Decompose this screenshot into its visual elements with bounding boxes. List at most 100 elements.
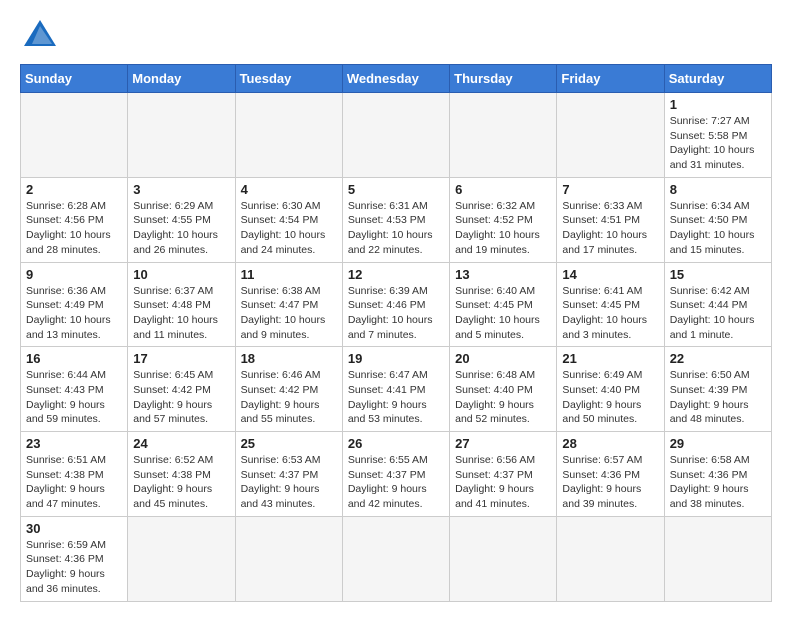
day-info: Sunrise: 6:42 AM Sunset: 4:44 PM Dayligh… [670,284,766,343]
day-number: 12 [348,267,444,282]
day-cell: 6Sunrise: 6:32 AM Sunset: 4:52 PM Daylig… [450,177,557,262]
day-cell [128,93,235,178]
day-number: 5 [348,182,444,197]
day-info: Sunrise: 6:45 AM Sunset: 4:42 PM Dayligh… [133,368,229,427]
day-cell: 9 Sunrise: 6:36 AM Sunset: 4:49 PM Daylig… [21,262,128,347]
day-info: Sunrise: 6:46 AM Sunset: 4:42 PM Dayligh… [241,368,337,427]
weekday-header-row: SundayMondayTuesdayWednesdayThursdayFrid… [21,65,772,93]
logo [20,16,58,52]
day-info: Sunrise: 6:39 AM Sunset: 4:46 PM Dayligh… [348,284,444,343]
day-info: Sunrise: 6:30 AM Sunset: 4:54 PM Dayligh… [241,199,337,258]
day-cell: 8 Sunrise: 6:34 AM Sunset: 4:50 PM Daylig… [664,177,771,262]
weekday-header-tuesday: Tuesday [235,65,342,93]
day-info: Sunrise: 6:52 AM Sunset: 4:38 PM Dayligh… [133,453,229,512]
week-row-4: 16 Sunrise: 6:44 AM Sunset: 4:43 PM Dayli… [21,347,772,432]
day-number: 25 [241,436,337,451]
day-cell [128,516,235,601]
day-number: 17 [133,351,229,366]
day-info: Sunrise: 6:56 AM Sunset: 4:37 PM Dayligh… [455,453,551,512]
day-info: Sunrise: 6:58 AM Sunset: 4:36 PM Dayligh… [670,453,766,512]
day-number: 2 [26,182,122,197]
logo-icon [22,16,58,52]
day-info: Sunrise: 6:34 AM Sunset: 4:50 PM Dayligh… [670,199,766,258]
day-cell: 16 Sunrise: 6:44 AM Sunset: 4:43 PM Dayli… [21,347,128,432]
day-cell: 21Sunrise: 6:49 AM Sunset: 4:40 PM Dayli… [557,347,664,432]
day-cell: 28 Sunrise: 6:57 AM Sunset: 4:36 PM Dayli… [557,432,664,517]
day-number: 18 [241,351,337,366]
day-number: 13 [455,267,551,282]
day-number: 14 [562,267,658,282]
week-row-5: 23 Sunrise: 6:51 AM Sunset: 4:38 PM Dayli… [21,432,772,517]
day-cell: 13 Sunrise: 6:40 AM Sunset: 4:45 PM Dayli… [450,262,557,347]
day-cell [342,93,449,178]
day-number: 23 [26,436,122,451]
day-info: Sunrise: 6:36 AM Sunset: 4:49 PM Dayligh… [26,284,122,343]
day-cell [557,93,664,178]
weekday-header-wednesday: Wednesday [342,65,449,93]
day-number: 16 [26,351,122,366]
day-number: 10 [133,267,229,282]
day-cell: 15 Sunrise: 6:42 AM Sunset: 4:44 PM Dayli… [664,262,771,347]
day-number: 24 [133,436,229,451]
day-number: 15 [670,267,766,282]
day-cell: 24 Sunrise: 6:52 AM Sunset: 4:38 PM Dayli… [128,432,235,517]
day-number: 9 [26,267,122,282]
day-number: 30 [26,521,122,536]
day-number: 26 [348,436,444,451]
day-cell: 3 Sunrise: 6:29 AM Sunset: 4:55 PM Daylig… [128,177,235,262]
day-info: Sunrise: 6:50 AM Sunset: 4:39 PM Dayligh… [670,368,766,427]
day-info: Sunrise: 6:29 AM Sunset: 4:55 PM Dayligh… [133,199,229,258]
day-number: 20 [455,351,551,366]
day-cell [21,93,128,178]
week-row-2: 2 Sunrise: 6:28 AM Sunset: 4:56 PM Daylig… [21,177,772,262]
weekday-header-thursday: Thursday [450,65,557,93]
day-info: Sunrise: 6:44 AM Sunset: 4:43 PM Dayligh… [26,368,122,427]
day-number: 3 [133,182,229,197]
day-number: 28 [562,436,658,451]
day-cell: 17 Sunrise: 6:45 AM Sunset: 4:42 PM Dayli… [128,347,235,432]
day-cell: 22Sunrise: 6:50 AM Sunset: 4:39 PM Dayli… [664,347,771,432]
week-row-6: 30 Sunrise: 6:59 AM Sunset: 4:36 PM Dayli… [21,516,772,601]
day-info: Sunrise: 6:53 AM Sunset: 4:37 PM Dayligh… [241,453,337,512]
day-info: Sunrise: 7:27 AM Sunset: 5:58 PM Dayligh… [670,114,766,173]
day-info: Sunrise: 6:51 AM Sunset: 4:38 PM Dayligh… [26,453,122,512]
day-cell: 1Sunrise: 7:27 AM Sunset: 5:58 PM Daylig… [664,93,771,178]
day-number: 27 [455,436,551,451]
calendar-table: SundayMondayTuesdayWednesdayThursdayFrid… [20,64,772,602]
day-number: 21 [562,351,658,366]
day-cell: 18 Sunrise: 6:46 AM Sunset: 4:42 PM Dayli… [235,347,342,432]
day-number: 29 [670,436,766,451]
day-cell: 4Sunrise: 6:30 AM Sunset: 4:54 PM Daylig… [235,177,342,262]
day-cell: 25 Sunrise: 6:53 AM Sunset: 4:37 PM Dayli… [235,432,342,517]
day-info: Sunrise: 6:55 AM Sunset: 4:37 PM Dayligh… [348,453,444,512]
day-cell: 27 Sunrise: 6:56 AM Sunset: 4:37 PM Dayli… [450,432,557,517]
day-info: Sunrise: 6:40 AM Sunset: 4:45 PM Dayligh… [455,284,551,343]
day-info: Sunrise: 6:31 AM Sunset: 4:53 PM Dayligh… [348,199,444,258]
day-cell: 26 Sunrise: 6:55 AM Sunset: 4:37 PM Dayli… [342,432,449,517]
day-cell [450,516,557,601]
day-number: 7 [562,182,658,197]
day-cell: 19Sunrise: 6:47 AM Sunset: 4:41 PM Dayli… [342,347,449,432]
day-cell [342,516,449,601]
day-info: Sunrise: 6:38 AM Sunset: 4:47 PM Dayligh… [241,284,337,343]
day-number: 8 [670,182,766,197]
day-info: Sunrise: 6:33 AM Sunset: 4:51 PM Dayligh… [562,199,658,258]
week-row-3: 9 Sunrise: 6:36 AM Sunset: 4:49 PM Daylig… [21,262,772,347]
day-info: Sunrise: 6:59 AM Sunset: 4:36 PM Dayligh… [26,538,122,597]
day-info: Sunrise: 6:32 AM Sunset: 4:52 PM Dayligh… [455,199,551,258]
day-info: Sunrise: 6:37 AM Sunset: 4:48 PM Dayligh… [133,284,229,343]
day-cell: 2 Sunrise: 6:28 AM Sunset: 4:56 PM Daylig… [21,177,128,262]
day-cell: 29 Sunrise: 6:58 AM Sunset: 4:36 PM Dayli… [664,432,771,517]
week-row-1: 1Sunrise: 7:27 AM Sunset: 5:58 PM Daylig… [21,93,772,178]
header [20,16,772,52]
day-info: Sunrise: 6:57 AM Sunset: 4:36 PM Dayligh… [562,453,658,512]
day-cell: 12 Sunrise: 6:39 AM Sunset: 4:46 PM Dayli… [342,262,449,347]
day-cell [235,516,342,601]
weekday-header-saturday: Saturday [664,65,771,93]
day-cell [557,516,664,601]
day-info: Sunrise: 6:28 AM Sunset: 4:56 PM Dayligh… [26,199,122,258]
day-cell [235,93,342,178]
day-cell [664,516,771,601]
day-cell: 5 Sunrise: 6:31 AM Sunset: 4:53 PM Daylig… [342,177,449,262]
day-cell: 30 Sunrise: 6:59 AM Sunset: 4:36 PM Dayli… [21,516,128,601]
